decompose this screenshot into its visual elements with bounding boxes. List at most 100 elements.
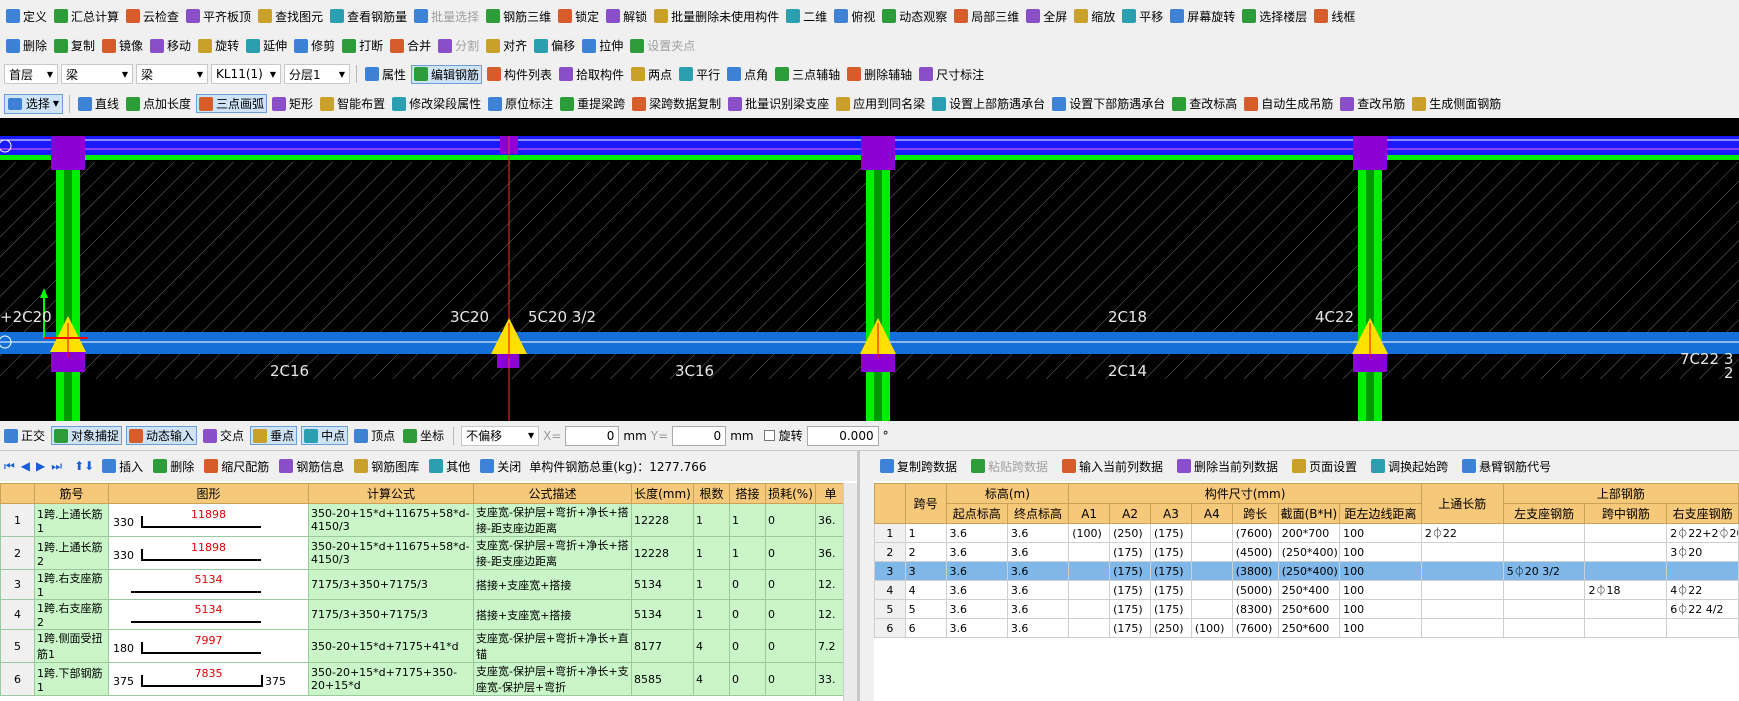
span-cell-right[interactable]: 4⏀22	[1666, 580, 1739, 600]
span-cell-e[interactable]: 3.6	[1006, 523, 1070, 543]
span-cell-a2[interactable]: (175)	[1109, 580, 1151, 600]
rebar-cell-formula[interactable]: 350-20+15*d+7175+41*d	[308, 629, 474, 663]
main-toolbar-button-4[interactable]: 查找图元	[256, 8, 325, 25]
rebar-cell-shape[interactable]: 330 11898	[108, 503, 309, 537]
rebar-cell-formula[interactable]: 350-20+15*d+7175+350-20+15*d	[308, 662, 474, 696]
rebar-toolbar-button-6[interactable]: 关闭	[478, 458, 523, 475]
span-cell-dist[interactable]: 100	[1339, 618, 1422, 638]
rebar-cell-unit[interactable]: 36.	[815, 503, 846, 537]
span-cell-mid[interactable]	[1584, 523, 1668, 543]
main-toolbar-button-9[interactable]: 解锁	[604, 8, 649, 25]
span-cell-right[interactable]	[1666, 561, 1739, 581]
snap-button-5[interactable]: 中点	[301, 426, 349, 445]
rebar-cell-lap[interactable]: 1	[729, 536, 766, 570]
span-cell-sec[interactable]: (250*400)	[1277, 561, 1341, 581]
rebar-cell-desc[interactable]: 支座宽-保护层+弯折+净长+搭接-距支座边距离	[473, 503, 632, 537]
draw-toolbar-button-12[interactable]: 设置下部筋遇承台	[1050, 95, 1167, 112]
rebar-cell-shape[interactable]: 5134	[108, 599, 309, 630]
span-cell-dist[interactable]: 100	[1339, 599, 1422, 619]
span-cell-s[interactable]: 3.6	[945, 599, 1008, 619]
span-cell-s[interactable]: 3.6	[945, 561, 1008, 581]
span-cell-a3[interactable]: (250)	[1149, 618, 1192, 638]
snap-button-6[interactable]: 顶点	[352, 427, 397, 444]
edit-toolbar-button-11[interactable]: 偏移	[532, 37, 577, 54]
span-cell-through[interactable]: 2⏀22	[1420, 523, 1504, 543]
draw-toolbar-button-14[interactable]: 自动生成吊筋	[1242, 95, 1335, 112]
rebar-cell-len[interactable]: 12228	[631, 503, 694, 537]
span-cell-left[interactable]	[1502, 618, 1586, 638]
span-cell-dist[interactable]: 100	[1339, 580, 1422, 600]
span-toolbar-button-4[interactable]: 页面设置	[1290, 458, 1359, 475]
span-cell-a4[interactable]	[1190, 542, 1233, 562]
rebar-cell-name[interactable]: 1跨.下部钢筋1	[34, 662, 109, 696]
column-1[interactable]	[51, 136, 85, 421]
span-cell-a2[interactable]: (250)	[1109, 523, 1151, 543]
rebar-cell-desc[interactable]: 支座宽-保护层+弯折+净长+直锚	[473, 629, 632, 663]
edit-toolbar-button-6[interactable]: 修剪	[292, 37, 337, 54]
table-row[interactable]: 4 4 3.6 3.6 (175) (175) (5000) 250*400 100 2⏀18 4⏀…	[874, 580, 1739, 600]
span-cell-a2[interactable]: (175)	[1109, 599, 1151, 619]
span-cell-left[interactable]: 5⏀20 3/2	[1502, 561, 1586, 581]
span-cell-len[interactable]: (7600)	[1231, 618, 1279, 638]
rebar-cell-len[interactable]: 8177	[631, 629, 694, 663]
span-cell-a2[interactable]: (175)	[1109, 561, 1151, 581]
main-toolbar-button-5[interactable]: 查看钢筋量	[328, 8, 409, 25]
span-cell-e[interactable]: 3.6	[1006, 618, 1070, 638]
rebar-cell-desc[interactable]: 支座宽-保护层+弯折+净长+支座宽-保护层+弯折	[473, 662, 632, 696]
edit-toolbar-button-10[interactable]: 对齐	[484, 37, 529, 54]
rebar-cell-desc[interactable]: 搭接+支座宽+搭接	[473, 599, 632, 630]
member-name-select[interactable]: KL11(1) ▼	[211, 64, 281, 84]
column-3[interactable]	[1353, 136, 1387, 421]
main-toolbar-button-20[interactable]: 线框	[1312, 8, 1357, 25]
span-cell-a1[interactable]	[1068, 542, 1111, 562]
edit-toolbar-button-1[interactable]: 复制	[52, 37, 97, 54]
member-toolbar-button-5[interactable]: 平行	[677, 66, 722, 83]
rebar-cell-len[interactable]: 5134	[631, 569, 694, 600]
span-cell-dist[interactable]: 100	[1339, 561, 1422, 581]
span-toolbar-button-0[interactable]: 复制跨数据	[878, 458, 959, 475]
span-cell-len[interactable]: (3800)	[1231, 561, 1279, 581]
span-cell-e[interactable]: 3.6	[1006, 580, 1070, 600]
span-toolbar-button-3[interactable]: 删除当前列数据	[1175, 458, 1280, 475]
span-cell-mid[interactable]	[1584, 542, 1668, 562]
span-cell-a3[interactable]: (175)	[1149, 561, 1192, 581]
span-cell-len[interactable]: (8300)	[1231, 599, 1279, 619]
rebar-toolbar-button-3[interactable]: 钢筋信息	[277, 458, 346, 475]
move-up-down-icon[interactable]: ⬆⬇	[74, 459, 94, 473]
draw-toolbar-button-0[interactable]: 直线	[76, 95, 121, 112]
span-cell-sec[interactable]: 250*600	[1277, 618, 1341, 638]
member-toolbar-button-0[interactable]: 属性	[363, 66, 408, 83]
span-cell-a4[interactable]: (100)	[1190, 618, 1233, 638]
rebar-cell-unit[interactable]: 12.	[815, 599, 846, 630]
span-toolbar-button-5[interactable]: 调换起始跨	[1369, 458, 1450, 475]
rebar-cell-loss[interactable]: 0	[765, 536, 816, 570]
member-toolbar-button-9[interactable]: 尺寸标注	[917, 66, 986, 83]
edit-toolbar-button-7[interactable]: 打断	[340, 37, 385, 54]
span-cell-a3[interactable]: (175)	[1149, 580, 1192, 600]
rebar-cell-loss[interactable]: 0	[765, 569, 816, 600]
span-cell-n[interactable]: 3	[874, 561, 906, 581]
rebar-toolbar-button-0[interactable]: 插入	[100, 458, 145, 475]
rebar-cell-name[interactable]: 1跨.右支座筋2	[34, 599, 109, 630]
rebar-cell-len[interactable]: 12228	[631, 536, 694, 570]
rebar-toolbar-button-4[interactable]: 钢筋图库	[352, 458, 421, 475]
rebar-cell-n[interactable]: 1	[0, 503, 35, 537]
span-cell-s[interactable]: 3.6	[945, 542, 1008, 562]
rebar-cell-n[interactable]: 2	[0, 536, 35, 570]
span-cell-right[interactable]: 2⏀22+2⏀20	[1666, 523, 1739, 543]
main-toolbar-button-18[interactable]: 屏幕旋转	[1168, 8, 1237, 25]
main-toolbar-button-14[interactable]: 局部三维	[952, 8, 1021, 25]
span-cell-a1[interactable]: (100)	[1068, 523, 1111, 543]
span-cell-a1[interactable]	[1068, 618, 1111, 638]
rebar-toolbar-button-1[interactable]: 删除	[151, 458, 196, 475]
draw-toolbar-button-10[interactable]: 应用到同名梁	[834, 95, 927, 112]
main-toolbar-button-10[interactable]: 批量删除未使用构件	[652, 8, 781, 25]
span-toolbar-button-6[interactable]: 悬臂钢筋代号	[1460, 458, 1553, 475]
span-cell-e[interactable]: 3.6	[1006, 542, 1070, 562]
table-row[interactable]: 1 1跨.上通长筋1 330 11898 350-20+15*d+11675+58*d-…	[0, 503, 846, 537]
rebar-cell-lap[interactable]: 0	[729, 662, 766, 696]
rebar-toolbar-button-2[interactable]: 缩尺配筋	[202, 458, 271, 475]
span-cell-through[interactable]	[1420, 618, 1504, 638]
span-cell-sec[interactable]: 250*400	[1277, 580, 1341, 600]
span-cell-dist[interactable]: 100	[1339, 523, 1422, 543]
